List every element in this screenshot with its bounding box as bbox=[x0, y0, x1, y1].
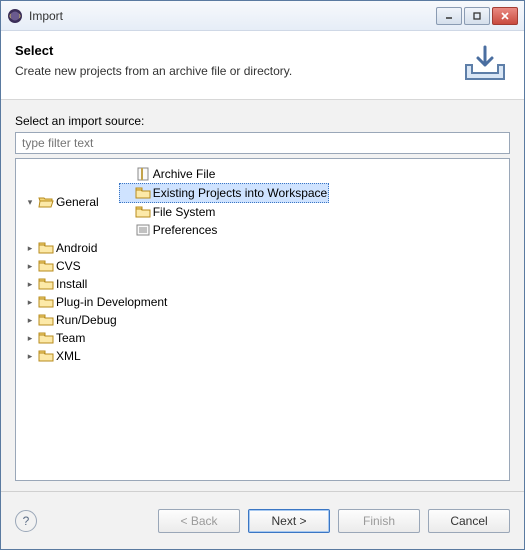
tree-label: XML bbox=[56, 347, 81, 365]
folder-icon bbox=[38, 276, 54, 292]
tree-label: Existing Projects into Workspace bbox=[153, 184, 328, 202]
folder-icon bbox=[38, 240, 54, 256]
tree-label: Android bbox=[56, 239, 97, 257]
tree-label: Run/Debug bbox=[56, 311, 117, 329]
header-subtitle: Create new projects from an archive file… bbox=[15, 64, 452, 78]
folder-icon bbox=[38, 330, 54, 346]
folder-icon bbox=[135, 204, 151, 220]
tree-label: General bbox=[56, 193, 99, 211]
expand-icon[interactable]: ▸ bbox=[24, 260, 36, 272]
tree-item-existing-projects[interactable]: Existing Projects into Workspace bbox=[119, 183, 330, 203]
help-button[interactable]: ? bbox=[15, 510, 37, 532]
back-button[interactable]: < Back bbox=[158, 509, 240, 533]
import-dialog: Import Select Create new projects from a… bbox=[0, 0, 525, 550]
import-source-tree[interactable]: ▾ General Archive File Exi bbox=[15, 158, 510, 481]
tree-label: File System bbox=[153, 203, 216, 221]
titlebar[interactable]: Import bbox=[1, 1, 524, 31]
cancel-button[interactable]: Cancel bbox=[428, 509, 510, 533]
tree-item-archive-file[interactable]: Archive File bbox=[119, 165, 218, 183]
tree-item-install[interactable]: ▸ Install bbox=[22, 275, 89, 293]
filter-input[interactable] bbox=[15, 132, 510, 154]
header-title: Select bbox=[15, 43, 452, 58]
folder-icon bbox=[38, 258, 54, 274]
tree-item-xml[interactable]: ▸ XML bbox=[22, 347, 83, 365]
project-folder-icon bbox=[135, 185, 151, 201]
expand-icon[interactable]: ▸ bbox=[24, 242, 36, 254]
wizard-header: Select Create new projects from an archi… bbox=[1, 31, 524, 100]
tree-item-team[interactable]: ▸ Team bbox=[22, 329, 87, 347]
collapse-icon[interactable]: ▾ bbox=[24, 196, 36, 208]
tree-label: Preferences bbox=[153, 221, 218, 239]
archive-icon bbox=[135, 166, 151, 182]
expand-icon[interactable]: ▸ bbox=[24, 314, 36, 326]
tree-item-android[interactable]: ▸ Android bbox=[22, 239, 99, 257]
folder-icon bbox=[38, 312, 54, 328]
expand-icon[interactable]: ▸ bbox=[24, 296, 36, 308]
tree-label: Plug-in Development bbox=[56, 293, 167, 311]
button-bar: ? < Back Next > Finish Cancel bbox=[1, 491, 524, 549]
finish-button[interactable]: Finish bbox=[338, 509, 420, 533]
window-title: Import bbox=[29, 9, 436, 23]
expand-icon[interactable]: ▸ bbox=[24, 278, 36, 290]
import-icon bbox=[460, 45, 510, 85]
next-button[interactable]: Next > bbox=[248, 509, 330, 533]
folder-icon bbox=[38, 294, 54, 310]
tree-label: CVS bbox=[56, 257, 81, 275]
folder-icon bbox=[38, 348, 54, 364]
minimize-button[interactable] bbox=[436, 7, 462, 25]
close-button[interactable] bbox=[492, 7, 518, 25]
expand-icon[interactable]: ▸ bbox=[24, 332, 36, 344]
eclipse-icon bbox=[7, 8, 23, 24]
tree-item-preferences[interactable]: Preferences bbox=[119, 221, 220, 239]
expand-icon[interactable]: ▸ bbox=[24, 350, 36, 362]
tree-item-cvs[interactable]: ▸ CVS bbox=[22, 257, 83, 275]
tree-item-file-system[interactable]: File System bbox=[119, 203, 218, 221]
tree-label: Archive File bbox=[153, 165, 216, 183]
preferences-icon bbox=[135, 222, 151, 238]
tree-item-general[interactable]: ▾ General bbox=[22, 193, 101, 211]
tree-label: Install bbox=[56, 275, 87, 293]
tree-label: Team bbox=[56, 329, 85, 347]
tree-item-plugin-dev[interactable]: ▸ Plug-in Development bbox=[22, 293, 169, 311]
tree-item-rundebug[interactable]: ▸ Run/Debug bbox=[22, 311, 119, 329]
maximize-button[interactable] bbox=[464, 7, 490, 25]
source-label: Select an import source: bbox=[15, 114, 510, 128]
folder-open-icon bbox=[38, 194, 54, 210]
